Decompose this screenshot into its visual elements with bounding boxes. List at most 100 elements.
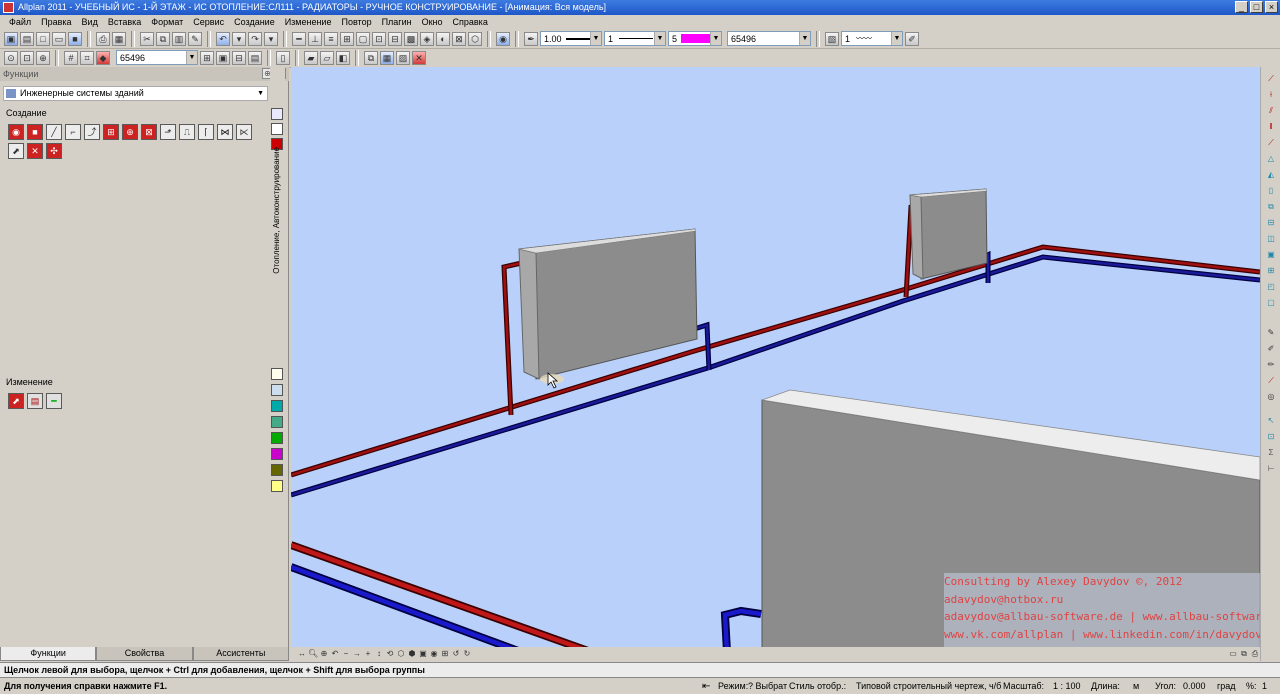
heating-vertical-tab[interactable]: Отопление, Автоконструирование (272, 147, 284, 274)
folder-icon[interactable]: ▰ (304, 50, 318, 65)
menu-insert[interactable]: Вставка (103, 15, 146, 29)
track-icon[interactable]: ⌗ (80, 50, 94, 65)
olive-tab-icon[interactable] (271, 464, 283, 476)
menu-plugin[interactable]: Плагин (377, 15, 417, 29)
right-tool-5-icon[interactable]: ⟋ (1265, 137, 1277, 149)
settings-icon[interactable]: ◉ (496, 31, 510, 46)
view-settings-icon[interactable]: ⊞ (440, 649, 450, 659)
angle-value[interactable]: 0.000 (1183, 679, 1206, 694)
lamp-tab-icon[interactable] (271, 480, 283, 492)
window-restore-icon[interactable]: ⧉ (1239, 649, 1249, 659)
sigma-icon[interactable]: Σ (1265, 447, 1277, 459)
render-icon[interactable]: ◈ (420, 31, 434, 46)
bulb-icon[interactable] (271, 368, 283, 380)
radiator-icon[interactable]: ■ (27, 124, 43, 140)
fileset-icon[interactable]: ▤ (20, 31, 34, 46)
angle-unit[interactable]: град (1217, 679, 1236, 694)
layout-icon[interactable]: ⊠ (452, 31, 466, 46)
cut-icon[interactable]: ✂ (140, 31, 154, 46)
auto-route-icon[interactable]: ⬈ (8, 143, 24, 159)
zoom-out-icon[interactable]: − (341, 649, 351, 659)
undo-dropdown-icon[interactable]: ▾ (232, 31, 246, 46)
model-icon[interactable]: ⬡ (468, 31, 482, 46)
right-tool-2-icon[interactable]: ⟊ (1265, 89, 1277, 101)
view-cube-icon[interactable]: ⬡ (396, 649, 406, 659)
redo-icon[interactable]: ↷ (248, 31, 262, 46)
view-icon[interactable]: ⊟ (388, 31, 402, 46)
filter-icon[interactable]: ▤ (248, 50, 262, 65)
pen-thickness-select[interactable]: 1.00 ▼ (540, 31, 602, 46)
drawing-icon[interactable]: ◧ (336, 50, 350, 65)
modify-connection-icon[interactable]: ━ (46, 393, 62, 409)
color-select[interactable]: 5 ▼ (668, 31, 722, 46)
print-icon[interactable]: ▦ (112, 31, 126, 46)
snap-icon[interactable]: ⊙ (4, 50, 18, 65)
style-value[interactable]: Типовой строительный чертеж, ч/б (856, 679, 1001, 694)
check-valve-icon[interactable]: ⋉ (236, 124, 252, 140)
doc-tab-icon[interactable] (271, 384, 283, 396)
radiator-group-icon[interactable]: ⊠ (141, 124, 157, 140)
valve-icon[interactable]: ⋈ (217, 124, 233, 140)
right-tool-11-icon[interactable]: ◫ (1265, 233, 1277, 245)
menu-edit[interactable]: Правка (36, 15, 76, 29)
pan-left-icon[interactable]: → (352, 649, 362, 659)
fileset-open-icon[interactable]: ▱ (320, 50, 334, 65)
menu-file[interactable]: Файл (4, 15, 36, 29)
right-tool-12-icon[interactable]: ▣ (1265, 249, 1277, 261)
zoom-window-icon[interactable]: ⊡ (372, 31, 386, 46)
menu-modify[interactable]: Изменение (280, 15, 337, 29)
zoom-extents-icon[interactable]: ⊡ (20, 50, 34, 65)
viewport-icon[interactable]: ▩ (404, 31, 418, 46)
element-icon[interactable]: ▣ (216, 50, 230, 65)
cyan-tab-icon[interactable] (271, 400, 283, 412)
right-tool-17-icon[interactable]: ✐ (1265, 343, 1277, 355)
table-icon[interactable] (271, 123, 283, 135)
zoom-in-icon[interactable]: + (363, 649, 373, 659)
right-tool-1-icon[interactable]: ⟋ (1265, 73, 1277, 85)
offset-icon[interactable]: ⎍ (179, 124, 195, 140)
new-file-icon[interactable]: □ (36, 31, 50, 46)
delete-route-icon[interactable]: ✕ (27, 143, 43, 159)
scale-value[interactable]: 1 : 100 (1053, 679, 1081, 694)
right-tool-13-icon[interactable]: ⊞ (1265, 265, 1277, 277)
open-file-icon[interactable]: ▭ (52, 31, 66, 46)
window-arrange-icon[interactable]: ▨ (396, 50, 410, 65)
redo-dropdown-icon[interactable]: ▾ (264, 31, 278, 46)
print-preview-icon[interactable]: ⎙ (96, 31, 110, 46)
module-select[interactable]: Инженерные системы зданий ▼ (3, 86, 268, 101)
layer-select[interactable]: 65496 ▼ (727, 31, 811, 46)
perspective-icon[interactable]: ⬢ (407, 649, 417, 659)
save-icon[interactable]: ■ (68, 31, 82, 46)
boiler-icon[interactable]: ◉ (8, 124, 24, 140)
right-tool-15-icon[interactable]: ▢ (1265, 297, 1277, 309)
animation-icon[interactable]: ◐ (436, 31, 450, 46)
right-tool-18-icon[interactable]: ✏ (1265, 359, 1277, 371)
arrange-icon[interactable]: ⊞ (340, 31, 354, 46)
pipe-connect-icon[interactable]: ⤴ (84, 124, 100, 140)
brush-icon[interactable]: ✐ (905, 31, 919, 46)
tab-functions[interactable]: Функции (0, 647, 97, 661)
group-icon[interactable]: ⊟ (232, 50, 246, 65)
right-tool-16-icon[interactable]: ✎ (1265, 327, 1277, 339)
menu-window[interactable]: Окно (417, 15, 448, 29)
right-tool-21-icon[interactable]: ↖ (1265, 415, 1277, 427)
radiator-connect-icon[interactable]: ⊞ (103, 124, 119, 140)
layer-icon[interactable]: ≡ (324, 31, 338, 46)
window-cascade-icon[interactable]: ⧉ (364, 50, 378, 65)
menu-tools[interactable]: Сервис (188, 15, 229, 29)
line-type-select[interactable]: 1 ▼ (604, 31, 666, 46)
chart-icon[interactable] (271, 108, 283, 120)
lime-tab-icon[interactable] (271, 432, 283, 444)
zoom-window-icon[interactable]: 🔍︎ (308, 649, 318, 659)
pan-icon[interactable]: ↕ (374, 649, 384, 659)
hatch-icon[interactable]: ▧ (825, 31, 839, 46)
hidden-line-icon[interactable]: ▣ (418, 649, 428, 659)
mode-value[interactable]: ? Выбрат (748, 679, 787, 694)
right-tool-22-icon[interactable]: ⊡ (1265, 431, 1277, 443)
window-minimize-icon[interactable]: ▭ (1228, 649, 1238, 659)
right-tool-10-icon[interactable]: ⊟ (1265, 217, 1277, 229)
redo-view-icon[interactable]: ↻ (462, 649, 472, 659)
right-tool-9-icon[interactable]: ⧉ (1265, 201, 1277, 213)
window-tile-icon[interactable]: ▦ (380, 50, 394, 65)
right-tool-4-icon[interactable]: ‖ (1265, 121, 1277, 133)
